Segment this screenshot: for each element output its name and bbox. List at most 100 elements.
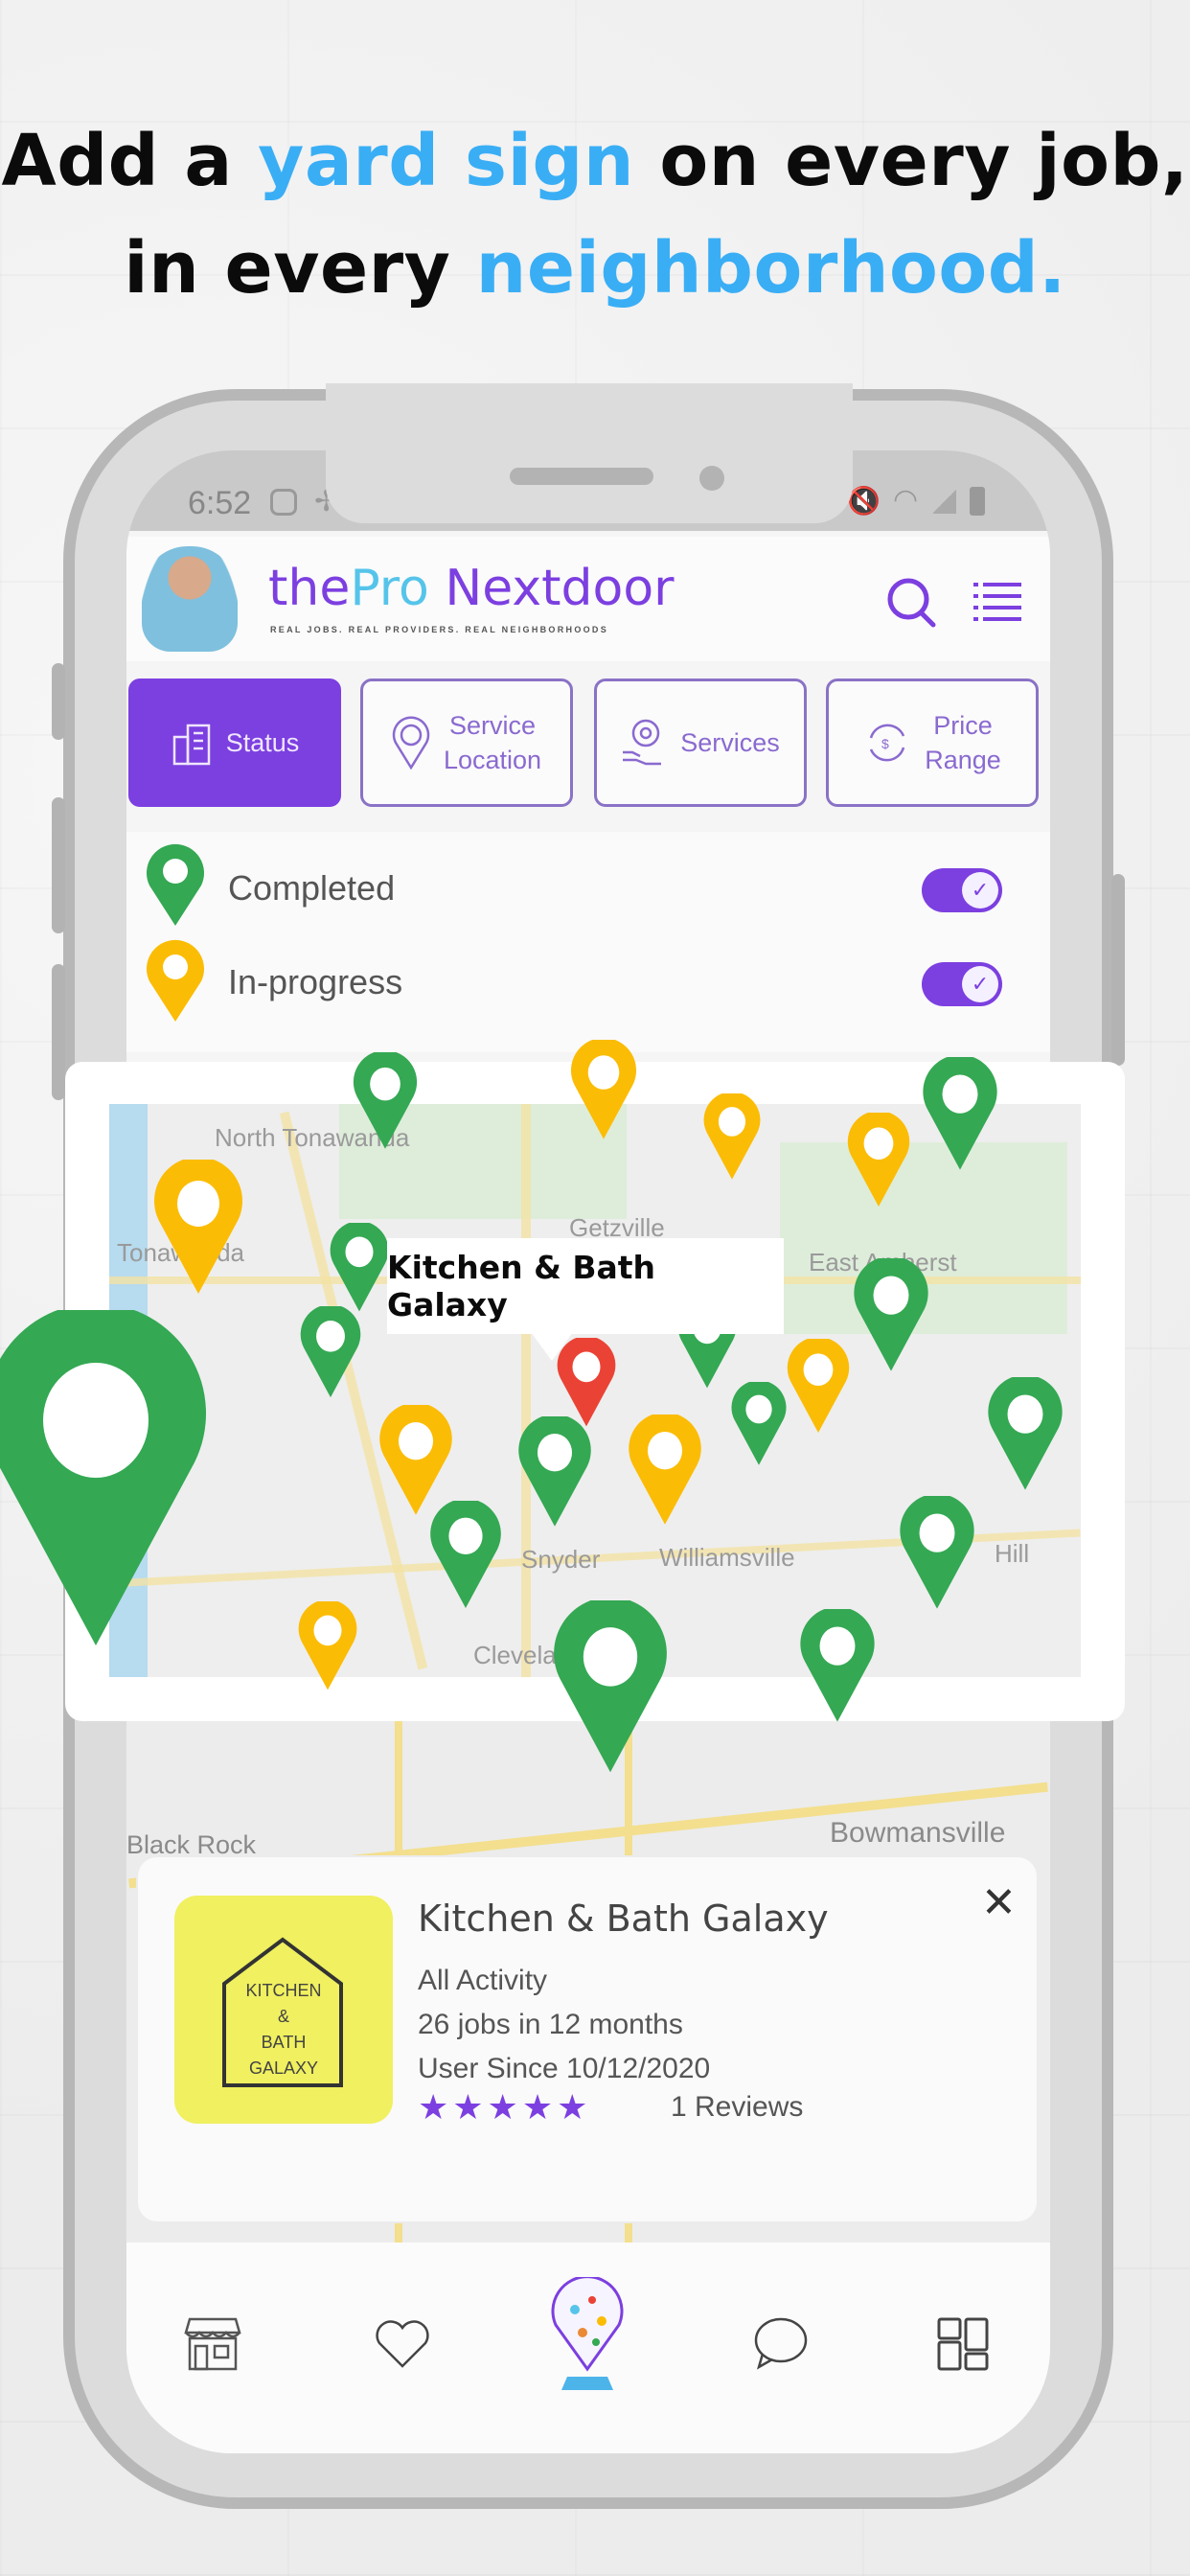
map-pin-icon [518, 1415, 591, 1527]
map-pin-icon [0, 1310, 206, 1645]
in-progress-job-pin[interactable] [150, 1160, 246, 1296]
phone-volume-down-button [52, 964, 65, 1100]
headline-accent: neighborhood. [475, 227, 1066, 310]
reviews-count[interactable]: 1 Reviews [671, 2091, 803, 2124]
status-time: 6:52 [188, 485, 252, 521]
filter-tab-price-range[interactable]: $ Price Range [826, 678, 1039, 807]
service-hand-gear-icon [623, 719, 662, 766]
in-progress-job-pin[interactable] [701, 1093, 763, 1181]
headline-line-1: Add a yard sign on every job, [0, 107, 1190, 215]
completed-job-pin[interactable] [797, 1608, 878, 1723]
nav-favorites[interactable] [364, 2306, 441, 2382]
wifi-icon: ◠ [893, 484, 919, 516]
app-tagline: REAL JOBS. REAL PROVIDERS. REAL NEIGHBOR… [270, 625, 609, 634]
bottom-navigation [126, 2242, 1050, 2453]
headline-text: Add a [1, 120, 259, 202]
provider-card[interactable]: KITCHEN & BATH GALAXY Kitchen & Bath Gal… [138, 1857, 1037, 2221]
svg-text:$: $ [881, 736, 889, 751]
in-progress-job-pin[interactable] [568, 1039, 639, 1140]
logo-line: GALAXY [248, 2058, 319, 2078]
check-icon: ✓ [962, 872, 998, 908]
logo-line: KITCHEN [245, 1981, 322, 2000]
map-pin-icon [900, 1495, 974, 1609]
headline-line-2: in every neighborhood. [0, 215, 1190, 322]
map-label: Black Rock [126, 1830, 257, 1859]
filter-tab-service-location[interactable]: Service Location [360, 678, 573, 807]
completed-toggle[interactable]: ✓ [922, 868, 1002, 912]
filter-tab-services[interactable]: Services [594, 678, 807, 807]
completed-job-pin[interactable] [328, 1223, 391, 1313]
completed-job-pin[interactable] [515, 1415, 594, 1528]
status-filter-panel: Completed ✓ In-progress ✓ [126, 832, 1050, 1052]
completed-job-pin[interactable] [985, 1376, 1065, 1491]
completed-job-pin[interactable] [427, 1501, 504, 1610]
completed-job-pin[interactable] [0, 1310, 216, 1650]
map-pin-icon [154, 1160, 242, 1294]
map-pin-icon [787, 1338, 850, 1433]
headline-text: on every job, [634, 120, 1189, 202]
logo-line: & [277, 2007, 289, 2026]
status-row-in-progress: In-progress ✓ [126, 937, 1050, 1033]
completed-job-pin[interactable] [851, 1257, 931, 1372]
chat-bubble-icon [754, 2317, 808, 2370]
in-progress-job-pin[interactable] [377, 1404, 455, 1516]
filter-tab-status[interactable]: Status [128, 678, 341, 807]
map-pin-icon [571, 1039, 636, 1139]
headline-accent: yard sign [258, 120, 635, 202]
location-pin-icon [392, 716, 430, 770]
map-tooltip-text: Kitchen & Bath Galaxy [387, 1249, 656, 1323]
map-pin-icon [703, 1093, 761, 1180]
list-menu-icon [973, 583, 1021, 621]
completed-job-pin[interactable] [729, 1381, 789, 1466]
logo-line: BATH [261, 2033, 307, 2052]
in-progress-job-pin[interactable] [845, 1112, 912, 1208]
phone-power-button [1111, 874, 1125, 1066]
in-progress-job-pin[interactable] [785, 1338, 852, 1434]
completed-job-pin[interactable] [897, 1495, 977, 1610]
completed-job-pin[interactable] [920, 1056, 1000, 1171]
nav-messages[interactable] [742, 2306, 818, 2382]
app-logo: thePro Nextdoor [268, 560, 675, 617]
close-button[interactable]: ✕ [981, 1882, 1017, 1924]
map-pin-icon [988, 1376, 1063, 1490]
in-progress-job-pin[interactable] [296, 1601, 359, 1691]
nav-store[interactable] [174, 2306, 251, 2382]
close-icon: ✕ [981, 1879, 1017, 1926]
filter-tabs: Status Service Location Services $ Price… [126, 678, 1050, 813]
completed-job-pin[interactable] [298, 1306, 363, 1399]
nav-map[interactable] [544, 2277, 630, 2392]
search-icon [887, 578, 936, 628]
headline: Add a yard sign on every job, in every n… [0, 107, 1190, 322]
buildings-icon [172, 724, 210, 766]
nav-dashboard[interactable] [926, 2306, 1002, 2382]
map-pin-icon [300, 1306, 361, 1398]
search-button[interactable] [883, 573, 941, 631]
filter-tab-label: Service Location [443, 711, 542, 774]
completed-job-pin[interactable] [549, 1600, 672, 1775]
map-road [521, 1104, 531, 1677]
phone-side-button [52, 663, 65, 740]
provider-name[interactable]: Kitchen & Bath Galaxy [418, 1898, 829, 1940]
provider-jobs: 26 jobs in 12 months [418, 2009, 683, 2040]
provider-since: User Since 10/12/2020 [418, 2053, 711, 2084]
dashboard-grid-icon [937, 2317, 989, 2371]
map-pin-icon [800, 1608, 875, 1722]
map-pin-icon [847, 1112, 910, 1207]
map-pin-icon [298, 1601, 357, 1690]
map-pin-icon [629, 1414, 701, 1525]
map-pins-icon [551, 2277, 624, 2390]
status-row-completed: Completed ✓ [126, 841, 1050, 937]
provider-activity[interactable]: All Activity [418, 1965, 547, 1997]
menu-button[interactable] [970, 573, 1027, 631]
headline-text: in every [124, 227, 476, 310]
filter-tab-label: Services [680, 728, 780, 757]
avatar[interactable] [142, 546, 238, 652]
in-progress-toggle[interactable]: ✓ [922, 962, 1002, 1006]
map-pin-icon [731, 1381, 787, 1465]
completed-job-pin[interactable] [351, 1051, 420, 1150]
in-progress-job-pin[interactable] [626, 1414, 704, 1526]
instagram-icon [270, 489, 297, 516]
star-rating-icon: ★★★★★ [418, 2087, 592, 2127]
map-pin-icon [353, 1051, 418, 1149]
logo-text: the [268, 560, 351, 617]
